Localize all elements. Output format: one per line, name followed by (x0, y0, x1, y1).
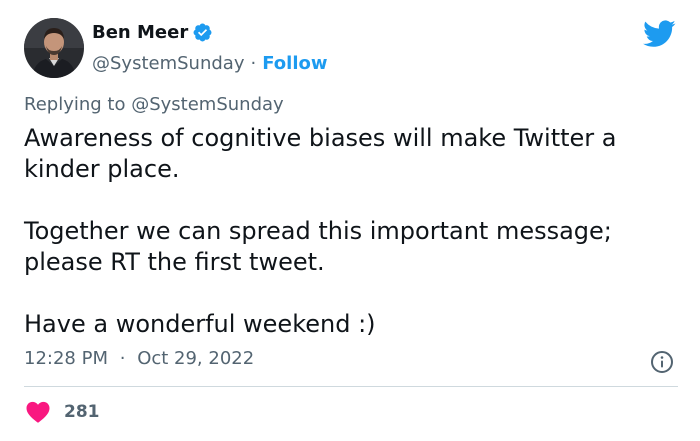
handle-row: @SystemSunday · Follow (92, 50, 328, 76)
replying-to-line: Replying to @SystemSunday (24, 94, 284, 115)
tweet-timestamp[interactable]: 12:28 PM · Oct 29, 2022 (24, 348, 254, 369)
separator-dot: · (250, 52, 257, 74)
name-row: Ben Meer (92, 20, 328, 44)
follow-button[interactable]: Follow (262, 53, 327, 74)
avatar[interactable] (24, 18, 84, 78)
verified-badge-icon (192, 22, 213, 43)
tweet-header: Ben Meer @SystemSunday · Follow (24, 18, 328, 78)
like-count[interactable]: 281 (64, 402, 100, 422)
tweet-date: Oct 29, 2022 (137, 348, 255, 369)
info-icon[interactable] (650, 350, 674, 374)
heart-icon[interactable] (26, 401, 50, 423)
user-handle[interactable]: @SystemSunday (92, 53, 244, 74)
tweet-time: 12:28 PM (24, 348, 108, 369)
user-info: Ben Meer @SystemSunday · Follow (92, 20, 328, 76)
timestamp-separator: · (119, 348, 126, 369)
tweet-card: Ben Meer @SystemSunday · Follow Replying… (0, 0, 700, 441)
display-name[interactable]: Ben Meer (92, 22, 188, 43)
twitter-bird-icon[interactable] (643, 20, 676, 48)
tweet-text: Awareness of cognitive biases will make … (24, 124, 617, 338)
divider (24, 386, 678, 387)
likes-row: 281 (26, 401, 100, 423)
